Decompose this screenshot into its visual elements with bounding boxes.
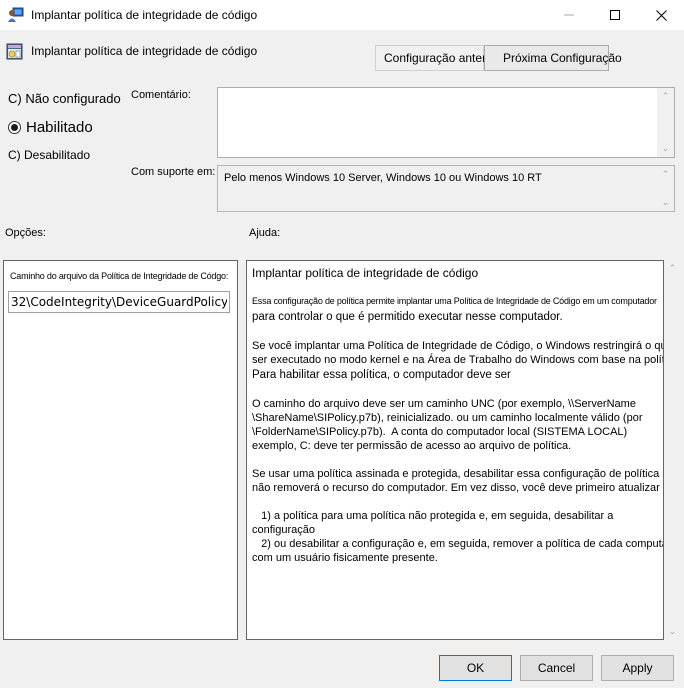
help-title: Implantar política de integridade de cód…: [252, 266, 479, 280]
options-pane: Caminho do arquivo da Política de Integr…: [3, 260, 238, 640]
scroll-up-icon[interactable]: ⌃: [664, 260, 681, 277]
radio-disabled[interactable]: C) Desabilitado: [8, 148, 90, 162]
ok-button[interactable]: OK: [439, 655, 512, 681]
help-line: exemplo, C: deve ter permissão de acesso…: [252, 440, 572, 452]
setting-title: Implantar política de integridade de cód…: [31, 44, 258, 58]
help-spacer: [252, 453, 663, 467]
help-line: para controlar o que é permitido executa…: [252, 311, 563, 323]
close-button[interactable]: [638, 0, 684, 30]
scroll-down-icon[interactable]: ⌄: [657, 140, 674, 157]
radio-not-configured[interactable]: C) Não configurado: [8, 91, 121, 106]
radio-selected-icon: [8, 121, 21, 134]
help-scrollbar[interactable]: ⌃ ⌄: [664, 260, 681, 640]
help-line: Essa configuração de política permite im…: [252, 296, 657, 306]
radio-enabled-label: Habilitado: [26, 119, 93, 136]
maximize-icon: [610, 10, 620, 20]
help-pane: Implantar política de integridade de cód…: [246, 260, 664, 640]
comment-textarea[interactable]: ⌃ ⌄: [217, 87, 675, 158]
next-setting-button[interactable]: Próxima Configuração: [484, 45, 622, 71]
radio-disabled-label: C) Desabilitado: [8, 148, 91, 162]
maximize-button[interactable]: [592, 0, 638, 30]
comment-scrollbar[interactable]: ⌃ ⌄: [657, 88, 674, 157]
help-line: Se usar uma política assinada e protegid…: [252, 468, 660, 480]
help-line: com um usuário fisicamente presente.: [252, 552, 438, 564]
minimize-icon: [564, 14, 574, 16]
radio-enabled[interactable]: Habilitado: [8, 119, 93, 136]
help-label: Ajuda:: [249, 227, 281, 239]
policy-file-path-label: Caminho do arquivo da Política de Integr…: [10, 271, 229, 281]
scroll-down-icon[interactable]: ⌄: [657, 194, 674, 211]
help-line: ser executado no modo kernel e na Área d…: [252, 354, 664, 366]
help-spacer: [252, 325, 663, 339]
supported-on-value: Pelo menos Windows 10 Server, Windows 10…: [224, 172, 542, 184]
help-line: não removerá o recurso do computador. Em…: [252, 482, 660, 494]
help-line: Para habilitar essa política, o computad…: [252, 369, 511, 381]
help-spacer: [252, 383, 663, 397]
scroll-up-icon[interactable]: ⌃: [657, 88, 674, 105]
help-line: configuração: [252, 524, 315, 536]
options-label: Opções:: [5, 227, 46, 239]
radio-not-configured-label: C) Não configurado: [8, 91, 121, 106]
supported-on-label: Com suporte em:: [131, 166, 216, 178]
supported-on-box: Pelo menos Windows 10 Server, Windows 10…: [217, 165, 675, 212]
supported-scrollbar[interactable]: ⌃ ⌄: [657, 166, 674, 211]
help-line: 1) a política para uma política não prot…: [252, 510, 614, 522]
policy-file-path-input[interactable]: [8, 291, 230, 313]
policy-editor-icon: [7, 7, 24, 23]
help-spacer: [252, 495, 663, 509]
help-line: O caminho do arquivo deve ser um caminho…: [252, 398, 636, 410]
comment-label: Comentário:: [131, 89, 191, 101]
close-icon: [655, 9, 667, 21]
minimize-button[interactable]: [546, 0, 592, 30]
cancel-button[interactable]: Cancel: [520, 655, 593, 681]
help-line: \ShareName\SIPolicy.p7b), reinicializado…: [252, 412, 643, 424]
window-title: Implantar política de integridade de cód…: [31, 8, 258, 22]
apply-button[interactable]: Apply: [601, 655, 674, 681]
previous-setting-button[interactable]: Configuração anterior: [375, 45, 499, 71]
help-line: Se você implantar uma Política de Integr…: [252, 340, 664, 352]
help-line: 2) ou desabilitar a configuração e, em s…: [252, 538, 664, 550]
policy-setting-icon: [6, 43, 23, 60]
scroll-down-icon[interactable]: ⌄: [664, 623, 681, 640]
scroll-up-icon[interactable]: ⌃: [657, 166, 674, 183]
help-text: Implantar política de integridade de cód…: [252, 265, 664, 565]
help-line: \FolderName\SIPolicy.p7b). A conta do co…: [252, 426, 628, 438]
title-bar: Implantar política de integridade de cód…: [0, 0, 684, 30]
